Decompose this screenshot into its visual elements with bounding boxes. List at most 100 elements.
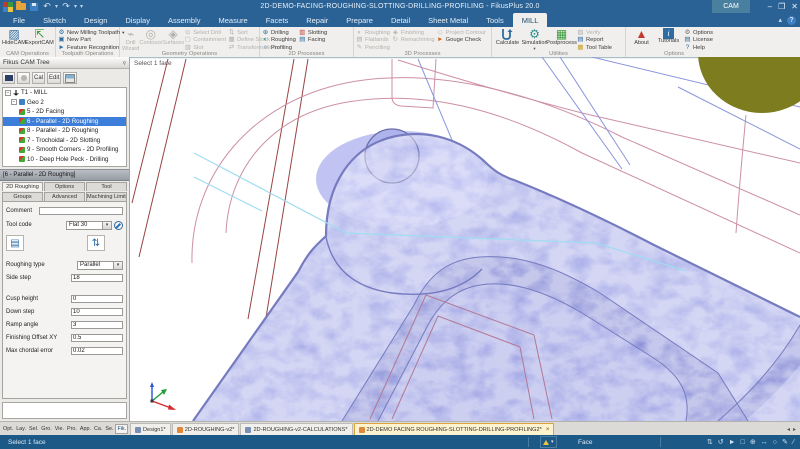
help-icon[interactable]: ? (787, 16, 796, 25)
roughing-2d-button[interactable]: ◐Roughing (262, 37, 296, 45)
zoom-icon[interactable]: ○ (773, 439, 777, 446)
tab-detail[interactable]: Detail (382, 13, 419, 27)
line-tool-icon[interactable]: ∕ (793, 439, 794, 446)
tree-display-button[interactable] (2, 72, 15, 84)
sketch-pencil-icon[interactable]: ✎ (782, 438, 788, 446)
tree-simulate-button[interactable] (63, 72, 77, 84)
tree-item-profiling[interactable]: 9 - Smooth Corners - 2D Profiling (3, 145, 126, 155)
minitab-sel[interactable]: Sel. (28, 425, 39, 433)
facing-button[interactable]: ▤Facing (299, 37, 327, 45)
tab-display[interactable]: Display (116, 13, 159, 27)
comment-input[interactable] (39, 207, 123, 215)
minitab-vie[interactable]: Vie. (54, 425, 65, 433)
tab-tool[interactable]: Tool (86, 182, 127, 191)
calculate-button[interactable]: Calculate (494, 28, 521, 47)
drill-wizard-button[interactable]: ⌁ Drill Wizard (122, 28, 139, 53)
finishing-offset-xy-input[interactable] (71, 334, 123, 342)
refresh-view-icon[interactable]: ⇅ (707, 438, 713, 446)
tab-file[interactable]: File (4, 13, 34, 27)
minitab-ca[interactable]: Ca. (93, 425, 103, 433)
tab-advanced[interactable]: Advanced (44, 192, 85, 201)
tree-edit-button[interactable]: Edit (47, 72, 61, 84)
report-button[interactable]: ▤Report (577, 37, 612, 45)
scroll-tabs-left-icon[interactable]: ◂ (787, 426, 790, 433)
tab-repair[interactable]: Repair (297, 13, 337, 27)
orbit-icon[interactable]: ↺ (718, 438, 724, 446)
cusp-height-input[interactable] (71, 295, 123, 303)
side-step-input[interactable] (71, 274, 123, 282)
viewport-canvas[interactable]: Select 1 face (130, 57, 800, 421)
containment-button[interactable]: ▢Containment (184, 37, 226, 45)
tree-item-facing[interactable]: 5 - 2D Facing (3, 107, 126, 117)
tool-code-select[interactable]: Flat 30▾ (66, 221, 112, 230)
minitab-pro[interactable]: Pro. (66, 425, 78, 433)
collapse-ribbon-button[interactable]: ▴ (778, 16, 782, 24)
tab-facets[interactable]: Facets (257, 13, 298, 27)
minitab-opt[interactable]: Opt. (2, 425, 14, 433)
tree-item-drilling[interactable]: 10 - Deep Hole Peck - Drilling (3, 155, 126, 165)
tree-item-roughing-8[interactable]: 8 - Parallel - 2D Roughing (3, 126, 126, 136)
down-step-input[interactable] (71, 308, 123, 316)
tab-groups[interactable]: Groups (2, 192, 43, 201)
hidecam-button[interactable]: ▨ HideCAM (2, 28, 26, 47)
tree-item-roughing-6[interactable]: 6 - Parallel - 2D Roughing (3, 117, 126, 127)
minitab-lay[interactable]: Lay. (15, 425, 27, 433)
remachining-button[interactable]: ↻Remachining (392, 37, 435, 45)
project-contour-button[interactable]: ◇Project Contour (437, 29, 486, 37)
close-button[interactable]: ✕ (791, 2, 798, 11)
close-tab-icon[interactable]: × (546, 427, 550, 433)
tab-2d-roughing[interactable]: 2D Roughing (2, 182, 43, 191)
tree-calc-button[interactable]: Cal (32, 72, 45, 84)
scroll-tabs-right-icon[interactable]: ▸ (793, 426, 796, 433)
tab-tools[interactable]: Tools (477, 13, 513, 27)
tab-design[interactable]: Design (75, 13, 116, 27)
machining-zones-icon-button[interactable]: ▤ (6, 235, 24, 251)
ramp-angle-input[interactable] (71, 321, 123, 329)
tool-holder-icon[interactable] (114, 221, 123, 230)
tab-measure[interactable]: Measure (210, 13, 257, 27)
toolpath-direction-icon-button[interactable]: ⇅ (87, 235, 105, 251)
gouge-check-button[interactable]: ►Gouge Check (437, 37, 486, 45)
tree-root-row[interactable]: − T1 - MILL (3, 88, 126, 98)
about-button[interactable]: ▲ About (628, 28, 655, 47)
select-cursor-icon[interactable]: ► (729, 439, 736, 446)
minitab-gro[interactable]: Gro. (40, 425, 52, 433)
max-chordal-error-input[interactable] (71, 347, 123, 355)
tutorials-button[interactable]: i Tutorials (655, 28, 682, 45)
drilling-button[interactable]: ⊕Drilling (262, 29, 296, 37)
new-milling-toolpath-button[interactable]: ⚙New Milling Toolpath▾ (58, 29, 124, 37)
pan-icon[interactable]: ↔ (761, 439, 768, 446)
license-button[interactable]: ▤License (684, 37, 713, 45)
tab-options[interactable]: Options (44, 182, 85, 191)
tab-mill[interactable]: MILL (513, 13, 548, 27)
expander-icon[interactable]: − (5, 90, 11, 96)
contours-button[interactable]: ◎ Contours (139, 28, 162, 47)
contextual-tab-cam[interactable]: CAM (712, 0, 750, 13)
expander-icon[interactable]: − (11, 99, 17, 105)
minitab-se[interactable]: Se. (104, 425, 114, 433)
tab-prepare[interactable]: Prepare (337, 13, 382, 27)
restore-button[interactable]: ❐ (778, 2, 785, 11)
new-part-button[interactable]: ▣New Part (58, 37, 124, 45)
simulation-button[interactable]: ⚙ Simulation ▾ (521, 28, 548, 52)
rotate-view-icon[interactable]: ⊕ (750, 438, 756, 446)
panel-collapse-icon[interactable]: ▿ (123, 59, 126, 67)
postprocess-button[interactable]: ▦ Postprocess (548, 28, 575, 47)
finishing-button[interactable]: ◈Finishing (392, 29, 435, 37)
minitab-app[interactable]: App. (79, 425, 92, 433)
tab-sheet-metal[interactable]: Sheet Metal (419, 13, 477, 27)
exportcam-button[interactable]: ⇱ ExportCAM (26, 28, 53, 47)
tab-sketch[interactable]: Sketch (34, 13, 75, 27)
roughing-type-select[interactable]: Parallel▾ (77, 261, 123, 270)
selection-filter-button[interactable]: ▾ (540, 436, 557, 448)
surfaces-button[interactable]: ◈ Surfaces (162, 28, 184, 47)
tab-machining-limits[interactable]: Machining Limits (86, 192, 127, 201)
tab-assembly[interactable]: Assembly (159, 13, 210, 27)
minimize-button[interactable]: – (768, 2, 772, 11)
tree-group-row[interactable]: − Geo 2 (3, 98, 126, 108)
tree-sphere-button[interactable] (17, 72, 30, 84)
selection-box-icon[interactable]: □ (741, 439, 745, 446)
minitab-fik[interactable]: Fik. (115, 424, 128, 434)
tree-item-slotting[interactable]: 7 - Trochoidal - 2D Slotting (3, 136, 126, 146)
flatlands-button[interactable]: ▤Flatlands (356, 37, 390, 45)
